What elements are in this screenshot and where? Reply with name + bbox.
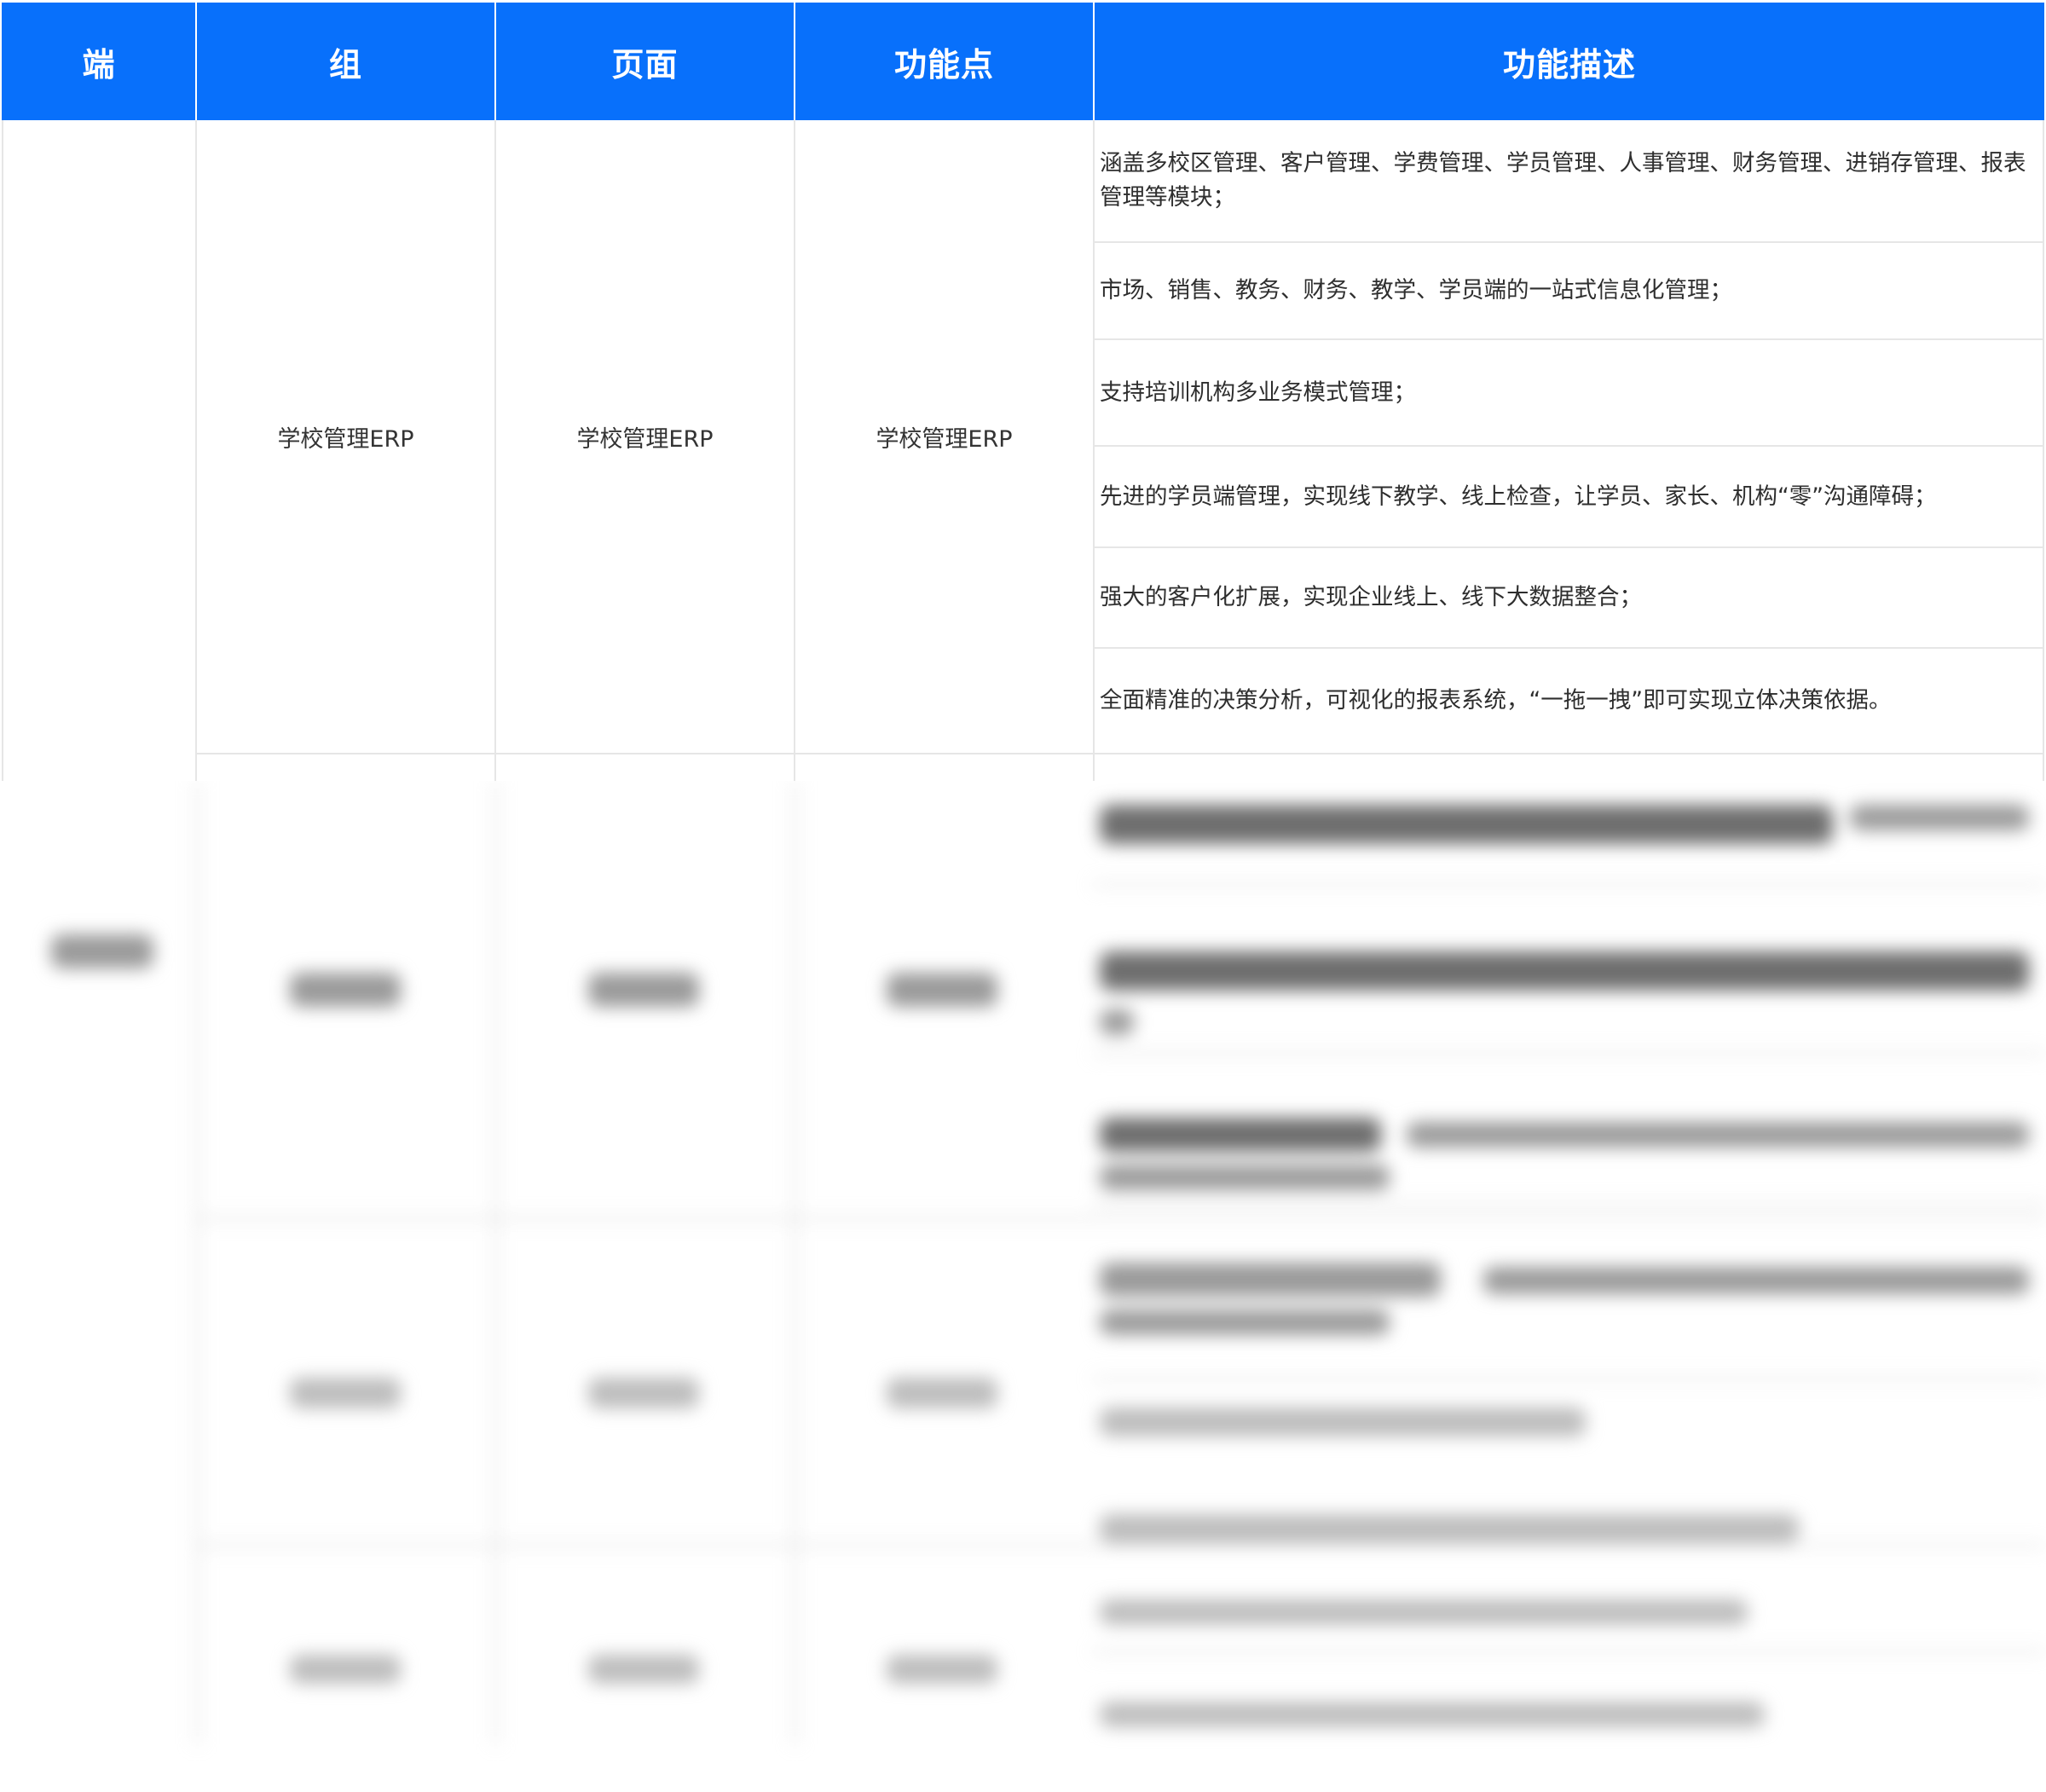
description-cell: 涵盖多校区管理、客户管理、学费管理、学员管理、人事管理、财务管理、进销存管理、报…: [1100, 150, 2026, 211]
header-page: 页面: [611, 45, 679, 84]
description-cell: 支持培训机构多业务模式管理；: [1100, 379, 1416, 406]
header-feature: 功能点: [893, 45, 994, 84]
blurred-content: [0, 781, 2046, 1792]
row-feature-cell: 学校管理ERP: [876, 425, 1013, 453]
grid-line: [195, 753, 2044, 754]
row-group-cell: 学校管理ERP: [277, 425, 414, 453]
description-cell: 全面精准的决策分析，可视化的报表系统，“一拖一拽”即可实现立体决策依据。: [1100, 687, 1892, 714]
grid-line: [1093, 120, 1095, 781]
grid-line: [2, 120, 3, 781]
description-cell: 市场、销售、教务、财务、教学、学员端的一站式信息化管理；: [1100, 277, 1732, 303]
header-client: 端: [82, 45, 116, 84]
header-description: 功能描述: [1502, 45, 1636, 84]
header-group: 组: [328, 45, 362, 84]
feature-table: 端 组 页面 功能点 功能描述 学校管理ERP 学校管理ERP 学校管理ERP …: [0, 0, 2046, 1792]
description-cell: 强大的客户化扩展，实现企业线上、线下大数据整合；: [1100, 584, 1642, 610]
grid-line: [2043, 120, 2044, 781]
row-page-cell: 学校管理ERP: [576, 425, 714, 453]
description-cell: 先进的学员端管理，实现线下教学、线上检查，让学员、家长、机构“零”沟通障碍；: [1100, 483, 1937, 510]
